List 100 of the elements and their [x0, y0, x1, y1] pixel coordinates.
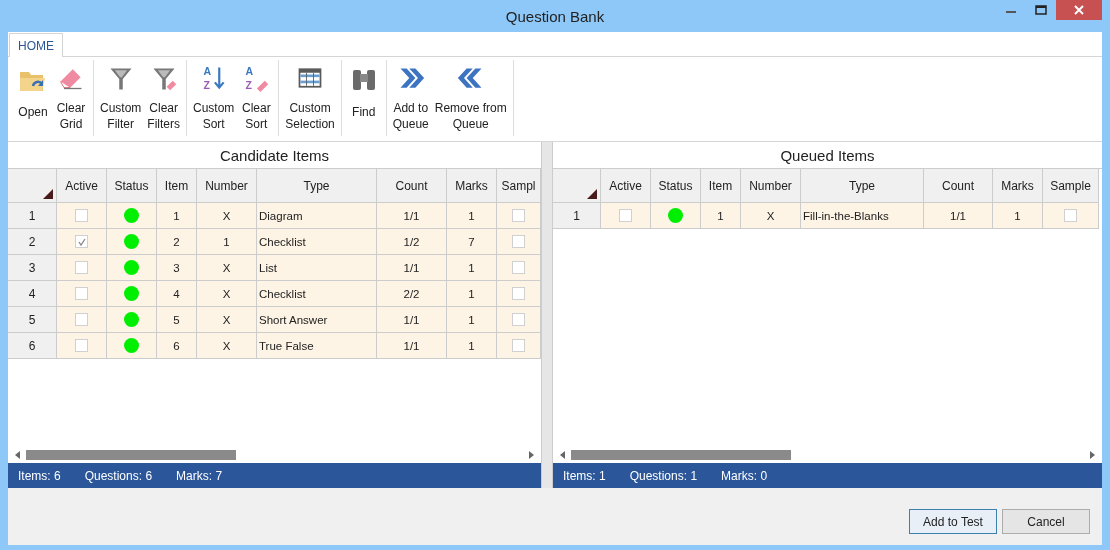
ribbon-button[interactable]: A Z Clear Sort	[237, 60, 276, 136]
table-cell: 1	[468, 209, 475, 222]
row-header[interactable]: 1	[553, 203, 601, 229]
scroll-right-icon	[527, 449, 535, 460]
table-cell: 1/1	[403, 339, 420, 352]
table-cell: Short Answer	[259, 313, 328, 326]
triangle-icon	[587, 189, 597, 199]
status-text: Items: 6	[18, 468, 61, 483]
corner-header[interactable]	[553, 169, 601, 203]
table-cell: 1	[468, 339, 475, 352]
triangle-icon	[43, 189, 53, 199]
row-header[interactable]: 6	[8, 333, 57, 359]
column-header[interactable]: Item	[157, 169, 197, 203]
column-header[interactable]: Item	[701, 169, 741, 203]
ribbon-button[interactable]: Clear Grid	[52, 60, 90, 136]
checkbox[interactable]	[75, 339, 88, 352]
window-title: Question Bank	[505, 7, 605, 25]
table-cell: X	[222, 313, 231, 326]
ribbon-button[interactable]: A Z Custom Sort	[190, 60, 238, 136]
table-cell: 1	[223, 235, 230, 248]
checkbox[interactable]	[512, 339, 525, 352]
ribbon-button[interactable]: Open	[14, 60, 52, 136]
checkbox[interactable]	[75, 261, 88, 274]
column-header[interactable]: Number	[197, 169, 257, 203]
row-header[interactable]: 4	[8, 281, 57, 307]
column-header[interactable]: Marks	[447, 169, 497, 203]
dialog-button[interactable]: Cancel	[1002, 509, 1090, 534]
table-cell: 3	[173, 261, 180, 274]
column-header[interactable]: Sample	[1043, 169, 1099, 203]
checkbox[interactable]	[512, 235, 525, 248]
checkbox[interactable]	[75, 209, 88, 222]
table-cell: 7	[468, 235, 475, 248]
column-header[interactable]: Marks	[993, 169, 1043, 203]
scrollbar-thumb[interactable]	[26, 449, 236, 460]
table-cell: X	[766, 209, 775, 222]
ribbon-button[interactable]: Find	[344, 60, 383, 136]
table-cell: 1/1	[950, 209, 966, 222]
table-cell: 1	[173, 209, 180, 222]
ribbon-button[interactable]: Custom Selection	[282, 60, 338, 136]
table-cell: Diagram	[259, 209, 303, 222]
close-icon	[1074, 5, 1084, 15]
table-cell: X	[222, 287, 231, 300]
scroll-left-icon	[559, 449, 567, 460]
checkbox[interactable]	[75, 313, 88, 326]
ribbon-tab[interactable]: HOME	[9, 33, 63, 57]
table-cell: 1	[468, 261, 475, 274]
ribbon-button[interactable]: Add to Queue	[389, 60, 432, 136]
status-text: Questions: 1	[629, 468, 698, 483]
panel-title: Candidate Items	[218, 146, 331, 166]
table-cell: 1/1	[403, 261, 420, 274]
status-text: Questions: 6	[84, 468, 153, 483]
checkbox[interactable]	[512, 209, 525, 222]
table-cell: 1	[1014, 209, 1021, 222]
column-header[interactable]: Count	[924, 169, 993, 203]
close-button[interactable]	[1056, 0, 1102, 20]
column-header[interactable]: Type	[801, 169, 924, 203]
column-header[interactable]: Type	[257, 169, 377, 203]
checkbox[interactable]	[512, 313, 525, 326]
table-cell: X	[222, 339, 231, 352]
ribbon-button[interactable]: Remove from Queue	[431, 60, 510, 136]
column-header[interactable]: Active	[57, 169, 107, 203]
table-cell: 1	[468, 313, 475, 326]
status-text: Items: 1	[563, 468, 606, 483]
row-header[interactable]: 3	[8, 255, 57, 281]
table-cell: List	[259, 261, 277, 274]
table-cell: X	[222, 209, 231, 222]
table-cell: 4	[173, 287, 180, 300]
table-cell: 1/1	[403, 209, 420, 222]
column-header[interactable]: Status	[107, 169, 157, 203]
column-header[interactable]: Status	[651, 169, 701, 203]
table-cell: 1/2	[403, 235, 420, 248]
status-text: Marks: 7	[176, 468, 223, 483]
table-cell: 2/2	[403, 287, 420, 300]
table-cell: 1	[468, 287, 475, 300]
splitter-handle[interactable]	[541, 142, 553, 488]
checkbox[interactable]	[1064, 209, 1077, 222]
checkbox[interactable]	[512, 287, 525, 300]
row-header[interactable]: 2	[8, 229, 57, 255]
checkbox[interactable]	[75, 287, 88, 300]
column-header[interactable]: Number	[741, 169, 801, 203]
checkbox[interactable]	[619, 209, 632, 222]
ribbon-button[interactable]: Clear Filters	[144, 60, 183, 136]
checkbox[interactable]	[512, 261, 525, 274]
table-cell: 5	[173, 313, 180, 326]
table-cell: Checklist	[259, 235, 306, 248]
corner-header[interactable]	[8, 169, 57, 203]
column-header[interactable]: Active	[601, 169, 651, 203]
dialog-button[interactable]: Add to Test	[909, 509, 997, 534]
table-cell: 1/1	[403, 313, 420, 326]
row-header[interactable]: 5	[8, 307, 57, 333]
column-header[interactable]: Count	[377, 169, 447, 203]
status-text: Marks: 0	[721, 468, 768, 483]
checkbox[interactable]	[75, 235, 88, 248]
column-header[interactable]: Sampl	[497, 169, 541, 203]
row-header[interactable]: 1	[8, 203, 57, 229]
table-cell: Fill-in-the-Blanks	[803, 209, 889, 222]
ribbon-button[interactable]: Custom Filter	[97, 60, 145, 136]
table-cell: True False	[259, 339, 314, 352]
scrollbar-thumb[interactable]	[571, 449, 791, 460]
maximize-icon	[1035, 5, 1047, 15]
